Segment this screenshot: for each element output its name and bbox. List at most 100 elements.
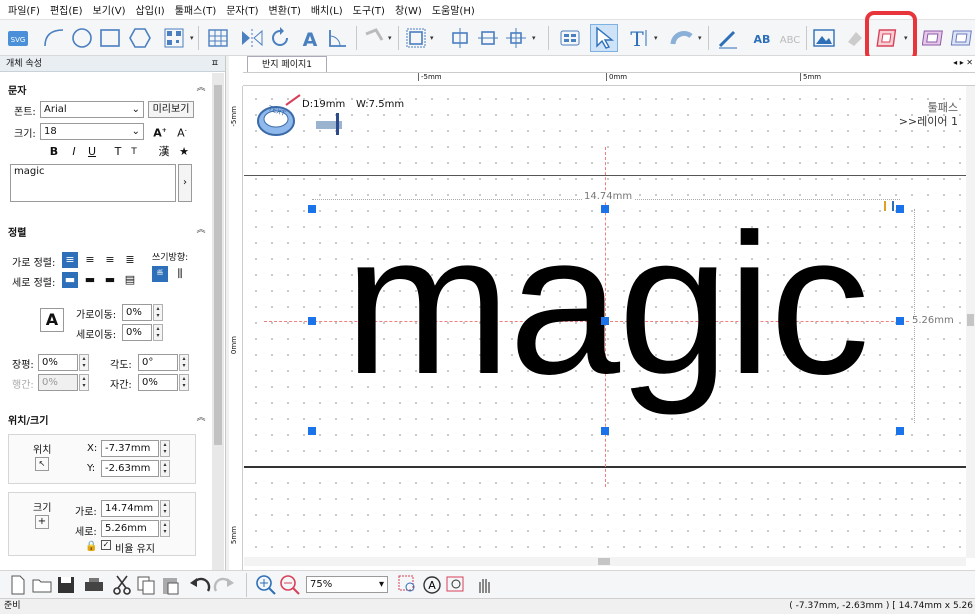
pin-icon[interactable]: ㅍ bbox=[211, 56, 219, 72]
document-tab[interactable]: 반지 페이지1 bbox=[247, 56, 327, 73]
qrcode-tool-icon[interactable] bbox=[160, 24, 188, 52]
angle-spinner[interactable]: ▴ ▾ bbox=[179, 354, 189, 371]
text-tool-dropdown-icon[interactable]: ▾ bbox=[654, 34, 658, 42]
menu-arrange[interactable]: 배치(L) bbox=[311, 2, 343, 17]
handle-bottom-right[interactable] bbox=[896, 427, 904, 435]
height-input[interactable]: 5.26mm bbox=[101, 520, 159, 537]
size-anchor-icon[interactable]: + bbox=[35, 515, 49, 529]
angle-tool-icon[interactable] bbox=[324, 24, 352, 52]
polygon-tool-icon[interactable] bbox=[126, 24, 154, 52]
canvas-hscroll-thumb[interactable] bbox=[598, 558, 610, 565]
arc-text-dropdown-icon[interactable]: ▾ bbox=[698, 34, 702, 42]
zoom-select[interactable]: 75% ▾ bbox=[306, 576, 388, 593]
node-edit-icon[interactable] bbox=[360, 24, 388, 52]
handle-top-left[interactable] bbox=[308, 205, 316, 213]
rectangle-tool-icon[interactable] bbox=[96, 24, 124, 52]
valign-middle-icon[interactable]: ▬ bbox=[82, 272, 98, 288]
svg-import-icon[interactable]: SVG bbox=[4, 24, 32, 52]
menu-edit[interactable]: 편집(E) bbox=[50, 2, 83, 17]
handle-center[interactable] bbox=[601, 317, 609, 325]
distribute-icon[interactable] bbox=[474, 24, 502, 52]
ellipse-tool-icon[interactable] bbox=[68, 24, 96, 52]
table-tool-icon[interactable] bbox=[204, 24, 232, 52]
menu-text[interactable]: 문자(T) bbox=[226, 2, 258, 17]
menu-tools[interactable]: 도구(T) bbox=[353, 2, 385, 17]
inline-frame-icon[interactable] bbox=[920, 24, 948, 52]
tab-nav-icon[interactable]: ◂ ▸ ✕ bbox=[953, 58, 973, 67]
design-page[interactable]: TEXT D:19mm W:7.5mm 툴패스 >>레이어 1 14.74mm … bbox=[244, 87, 966, 557]
v-move-input[interactable]: 0% bbox=[122, 324, 152, 341]
menu-help[interactable]: 도움말(H) bbox=[432, 2, 475, 17]
main-text-object[interactable]: magic bbox=[310, 185, 902, 425]
canvas-vertical-scrollbar[interactable] bbox=[966, 86, 975, 558]
canvas-horizontal-scrollbar[interactable] bbox=[244, 557, 966, 566]
handle-top-center[interactable] bbox=[601, 205, 609, 213]
subscript-button[interactable]: T bbox=[126, 144, 142, 160]
align-left-icon[interactable]: ≡ bbox=[62, 252, 78, 268]
horizontal-writing-icon[interactable]: ≝ bbox=[152, 266, 168, 282]
valign-bottom-icon[interactable]: ▬ bbox=[102, 272, 118, 288]
font-select[interactable]: Arial ⌄ bbox=[40, 101, 144, 118]
collapse-align-icon[interactable]: ︽ bbox=[195, 224, 207, 236]
char-spacing-input[interactable]: 0% bbox=[138, 374, 178, 391]
y-input[interactable]: -2.63mm bbox=[101, 460, 159, 477]
outline-frame-icon[interactable] bbox=[948, 24, 975, 52]
handle-middle-left[interactable] bbox=[308, 317, 316, 325]
h-move-spinner[interactable]: ▴ ▾ bbox=[153, 304, 163, 321]
menu-view[interactable]: 보기(V) bbox=[93, 2, 126, 17]
width-spinner[interactable]: ▴ ▾ bbox=[160, 500, 170, 517]
align-justify-icon[interactable]: ≣ bbox=[122, 252, 138, 268]
canvas-vscroll-thumb[interactable] bbox=[967, 314, 974, 326]
handle-bottom-center[interactable] bbox=[601, 427, 609, 435]
arrange-dropdown-icon[interactable]: ▾ bbox=[532, 34, 536, 42]
width-input[interactable]: 14.74mm bbox=[101, 500, 159, 517]
align-center-icon[interactable] bbox=[446, 24, 474, 52]
mirror-icon[interactable] bbox=[238, 24, 266, 52]
x-input[interactable]: -7.37mm bbox=[101, 440, 159, 457]
preview-button[interactable]: 미리보기 bbox=[148, 101, 194, 118]
redo-icon[interactable] bbox=[210, 571, 238, 599]
image-icon[interactable] bbox=[810, 24, 838, 52]
valign-top-icon[interactable]: ▬ bbox=[62, 272, 78, 288]
keep-ratio-checkbox[interactable]: ✓ bbox=[101, 540, 111, 550]
y-spinner[interactable]: ▴ ▾ bbox=[160, 460, 170, 477]
menu-window[interactable]: 창(W) bbox=[395, 2, 422, 17]
text-ab-icon[interactable]: AB bbox=[748, 24, 776, 52]
handle-bottom-left[interactable] bbox=[308, 427, 316, 435]
paste-icon[interactable] bbox=[156, 571, 184, 599]
hanja-button[interactable]: 漢 bbox=[156, 144, 172, 160]
zoom-fit-icon[interactable] bbox=[442, 571, 470, 599]
panel-scrollbar[interactable] bbox=[212, 73, 224, 570]
bold-button[interactable]: B bbox=[46, 144, 62, 160]
italic-button[interactable]: I bbox=[66, 144, 82, 160]
height-spinner[interactable]: ▴ ▾ bbox=[160, 520, 170, 537]
font-shrink-icon[interactable]: A- bbox=[174, 123, 190, 140]
align-center-text-icon[interactable]: ≡ bbox=[82, 252, 98, 268]
jangpyeong-spinner[interactable]: ▴ ▾ bbox=[79, 354, 89, 371]
pan-hand-icon[interactable] bbox=[470, 571, 498, 599]
underline-button[interactable]: U bbox=[84, 144, 100, 160]
save-icon[interactable] bbox=[52, 571, 80, 599]
char-spacing-spinner[interactable]: ▴ ▾ bbox=[179, 374, 189, 391]
menu-transform[interactable]: 변환(T) bbox=[269, 2, 301, 17]
text-content-input[interactable]: magic bbox=[10, 164, 176, 202]
v-move-spinner[interactable]: ▴ ▾ bbox=[153, 324, 163, 341]
collapse-text-icon[interactable]: ︽ bbox=[195, 82, 207, 94]
group-dropdown-icon[interactable]: ▾ bbox=[430, 34, 434, 42]
x-spinner[interactable]: ▴ ▾ bbox=[160, 440, 170, 457]
arc-text-icon[interactable] bbox=[668, 24, 696, 52]
menu-toolpath[interactable]: 툴패스(T) bbox=[175, 2, 217, 17]
superscript-button[interactable]: T bbox=[110, 144, 126, 160]
collapse-position-icon[interactable]: ︽ bbox=[195, 412, 207, 424]
panel-scrollbar-thumb[interactable] bbox=[214, 85, 222, 445]
special-char-star-icon[interactable]: ★ bbox=[176, 144, 192, 160]
arc-tool-icon[interactable] bbox=[40, 24, 68, 52]
group-icon[interactable] bbox=[402, 24, 430, 52]
pen-tool-icon[interactable] bbox=[714, 24, 742, 52]
h-move-input[interactable]: 0% bbox=[122, 304, 152, 321]
handle-top-right[interactable] bbox=[896, 205, 904, 213]
handle-middle-right[interactable] bbox=[896, 317, 904, 325]
select-pointer-icon[interactable] bbox=[590, 24, 618, 52]
node-dropdown-icon[interactable]: ▾ bbox=[388, 34, 392, 42]
angle-input[interactable]: 0° bbox=[138, 354, 178, 371]
